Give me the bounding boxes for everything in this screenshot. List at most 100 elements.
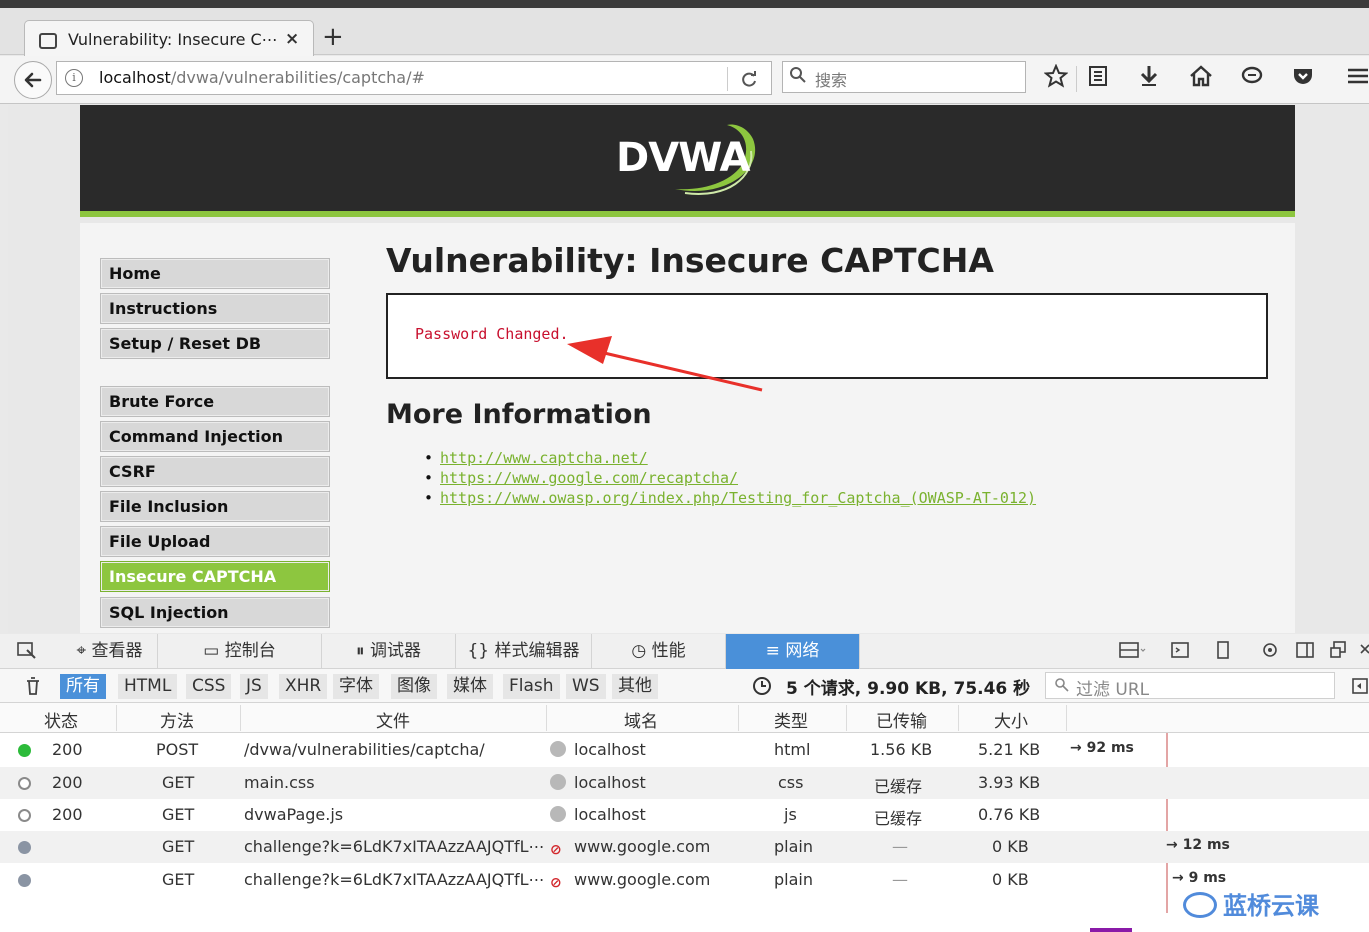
search-icon <box>789 66 807 89</box>
tab-debugger[interactable]: ⏸ 调试器 <box>322 634 456 669</box>
column-size[interactable]: 大小 <box>994 707 1028 732</box>
undock-icon[interactable] <box>1329 640 1349 665</box>
column-domain[interactable]: 域名 <box>624 707 658 732</box>
link-google-recaptcha[interactable]: https://www.google.com/recaptcha/ <box>440 469 738 487</box>
filter-images[interactable]: 图像 <box>391 674 437 699</box>
navigation-toolbar: i localhost/dvwa/vulnerabilities/captcha… <box>0 56 1369 104</box>
row-type: js <box>784 805 797 824</box>
menu-insecure-captcha[interactable]: Insecure CAPTCHA <box>100 561 330 592</box>
pocket-icon[interactable] <box>1291 64 1315 95</box>
menu-setup-reset-db[interactable]: Setup / Reset DB <box>100 328 330 359</box>
url-filter-input[interactable]: 过滤 URL <box>1045 672 1335 700</box>
close-devtools-icon[interactable] <box>1358 640 1369 665</box>
row-domain-text: www.google.com <box>574 870 711 889</box>
bullet: • <box>424 489 434 507</box>
url-filter-placeholder: 过滤 URL <box>1076 680 1150 700</box>
link-owasp-captcha[interactable]: https://www.owasp.org/index.php/Testing_… <box>440 489 1036 507</box>
filter-other[interactable]: 其他 <box>612 674 658 699</box>
filter-ws[interactable]: WS <box>566 674 606 699</box>
download-icon[interactable] <box>1138 64 1160 95</box>
tab-console[interactable]: ▭ 控制台 <box>158 634 322 669</box>
reload-icon[interactable] <box>739 64 759 95</box>
request-summary: 5 个请求, 9.90 KB, 75.46 秒 <box>786 679 1031 699</box>
filter-css[interactable]: CSS <box>186 674 232 699</box>
column-file[interactable]: 文件 <box>376 707 410 732</box>
more-information-heading: More Information <box>386 399 652 430</box>
trash-icon[interactable] <box>24 675 42 701</box>
row-domain-text: localhost <box>574 740 646 759</box>
home-icon[interactable] <box>1189 64 1213 95</box>
blocked-icon: ⊘ <box>550 875 562 891</box>
column-status[interactable]: 状态 <box>44 707 78 732</box>
settings-icon[interactable] <box>1260 640 1280 665</box>
filter-js[interactable]: JS <box>240 674 268 699</box>
menu-sql-injection[interactable]: SQL Injection <box>100 597 330 628</box>
menu-command-injection[interactable]: Command Injection <box>100 421 330 452</box>
menu-file-upload[interactable]: File Upload <box>100 526 330 557</box>
menu-csrf[interactable]: CSRF <box>100 456 330 487</box>
filter-flash[interactable]: Flash <box>503 674 560 699</box>
row-status: 200 <box>52 740 83 759</box>
inspector-icon: ⌖ <box>76 641 92 661</box>
page-title: Vulnerability: Insecure CAPTCHA <box>386 241 994 280</box>
table-row[interactable]: 200 GET dvwaPage.js localhost js 已缓存 0.7… <box>0 799 1369 831</box>
devtools-panel: ⌖ 查看器 ▭ 控制台 ⏸ 调试器 {} 样式编辑器 ◷ 性能 ≡ 网络 所有 … <box>0 634 1369 932</box>
filter-media[interactable]: 媒体 <box>447 674 493 699</box>
row-domain: localhost <box>550 740 646 759</box>
responsive-mode-icon[interactable] <box>1214 640 1232 665</box>
table-row[interactable]: 200 GET main.css localhost css 已缓存 3.93 … <box>0 767 1369 799</box>
filter-fonts[interactable]: 字体 <box>333 674 379 699</box>
filter-all[interactable]: 所有 <box>60 674 106 699</box>
globe-icon <box>550 774 566 790</box>
search-bar[interactable]: 搜索 <box>782 61 1026 93</box>
filter-xhr[interactable]: XHR <box>279 674 328 699</box>
filter-html[interactable]: HTML <box>118 674 178 699</box>
page-viewport: DVWA Home Instructions Setup / Reset DB … <box>8 105 1369 633</box>
menu-icon[interactable] <box>1346 64 1368 95</box>
url-text: localhost/dvwa/vulnerabilities/captcha/# <box>99 68 425 87</box>
column-transferred[interactable]: 已传输 <box>876 707 927 732</box>
layout-toggle-icon[interactable] <box>1118 640 1146 665</box>
dvwa-header: DVWA <box>80 105 1295 217</box>
row-transferred: — <box>892 837 908 856</box>
toolbar-separator <box>1076 66 1077 92</box>
status-dot-cached <box>18 809 31 822</box>
info-icon[interactable]: i <box>65 69 83 87</box>
tab-style-editor[interactable]: {} 样式编辑器 <box>456 634 592 669</box>
star-icon[interactable] <box>1043 63 1069 95</box>
link-captcha-net[interactable]: http://www.captcha.net/ <box>440 449 648 467</box>
sidebar-toggle-icon[interactable] <box>1352 677 1368 699</box>
table-row[interactable]: 200 POST /dvwa/vulnerabilities/captcha/ … <box>0 734 1369 766</box>
url-bar[interactable]: i localhost/dvwa/vulnerabilities/captcha… <box>56 61 772 95</box>
tab-performance-label: 性能 <box>651 641 686 661</box>
element-picker-icon[interactable] <box>16 641 38 665</box>
column-divider <box>240 705 241 731</box>
menu-file-inclusion[interactable]: File Inclusion <box>100 491 330 522</box>
row-method: GET <box>162 870 195 889</box>
menu-home[interactable]: Home <box>100 258 330 289</box>
window-title-strip <box>0 0 1369 8</box>
status-dot-cached <box>18 777 31 790</box>
table-row[interactable]: GET challenge?k=6LdK7xITAAzzAAJQTfL⋯ ⊘ ww… <box>0 831 1369 863</box>
split-console-icon[interactable] <box>1170 640 1190 665</box>
tab-network[interactable]: ≡ 网络 <box>726 634 860 669</box>
dock-side-icon[interactable] <box>1295 640 1315 665</box>
column-type[interactable]: 类型 <box>774 707 808 732</box>
tab-inspector[interactable]: ⌖ 查看器 <box>62 634 158 669</box>
menu-instructions[interactable]: Instructions <box>100 293 330 324</box>
bullet: • <box>424 449 434 467</box>
row-file: challenge?k=6LdK7xITAAzzAAJQTfL⋯ <box>244 870 545 889</box>
reading-list-icon[interactable] <box>1087 64 1109 95</box>
new-tab-button[interactable]: + <box>322 22 344 52</box>
tab-performance[interactable]: ◷ 性能 <box>592 634 726 669</box>
row-transferred: 已缓存 <box>874 809 923 828</box>
back-button[interactable] <box>14 61 52 99</box>
row-size: 0.76 KB <box>978 805 1041 824</box>
table-row[interactable]: GET challenge?k=6LdK7xITAAzzAAJQTfL⋯ ⊘ ww… <box>0 864 1369 896</box>
watermark-text: 蓝桥云课 <box>1223 892 1319 920</box>
column-method[interactable]: 方法 <box>160 707 194 732</box>
menu-brute-force[interactable]: Brute Force <box>100 386 330 417</box>
row-timing: → 92 ms <box>1070 740 1134 756</box>
close-tab-icon[interactable]: × <box>285 29 299 49</box>
chat-icon[interactable] <box>1240 64 1264 95</box>
